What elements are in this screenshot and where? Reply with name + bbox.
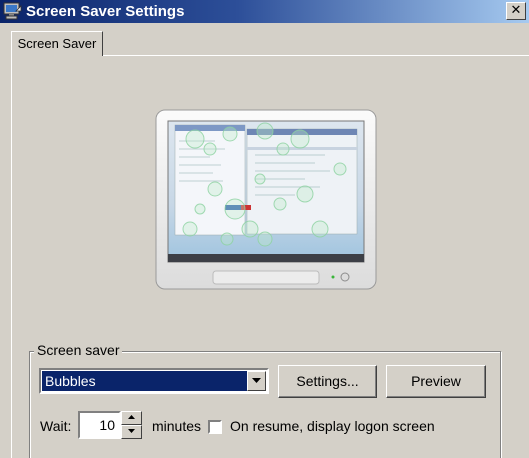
screen-saver-selected-value: Bubbles [42,371,248,391]
title-bar[interactable]: Screen Saver Settings ✕ [0,0,529,23]
monitor-preview [155,109,377,290]
minutes-label: minutes [152,418,202,434]
wait-label: Wait: [40,418,72,434]
dropdown-button[interactable] [247,371,266,391]
resume-logon-checkbox[interactable] [208,420,222,434]
chevron-down-icon [128,429,135,433]
resume-logon-label[interactable]: On resume, display logon screen [230,418,435,435]
close-button[interactable]: ✕ [506,2,526,20]
settings-button[interactable]: Settings... [278,365,377,398]
display-properties-icon [3,2,22,20]
tab-screen-saver[interactable]: Screen Saver [11,31,103,56]
window-title: Screen Saver Settings [26,3,185,20]
chevron-down-icon [252,378,261,383]
monitor-preview-image [155,109,377,290]
preview-button[interactable]: Preview [386,365,486,398]
spin-up-button[interactable] [121,411,142,425]
chevron-up-icon [128,415,135,419]
spin-down-button[interactable] [121,425,142,439]
screen-saver-group-label: Screen saver [34,342,123,359]
wait-minutes-input[interactable]: 10 [78,411,121,439]
screen-saver-select[interactable]: Bubbles [39,368,269,394]
